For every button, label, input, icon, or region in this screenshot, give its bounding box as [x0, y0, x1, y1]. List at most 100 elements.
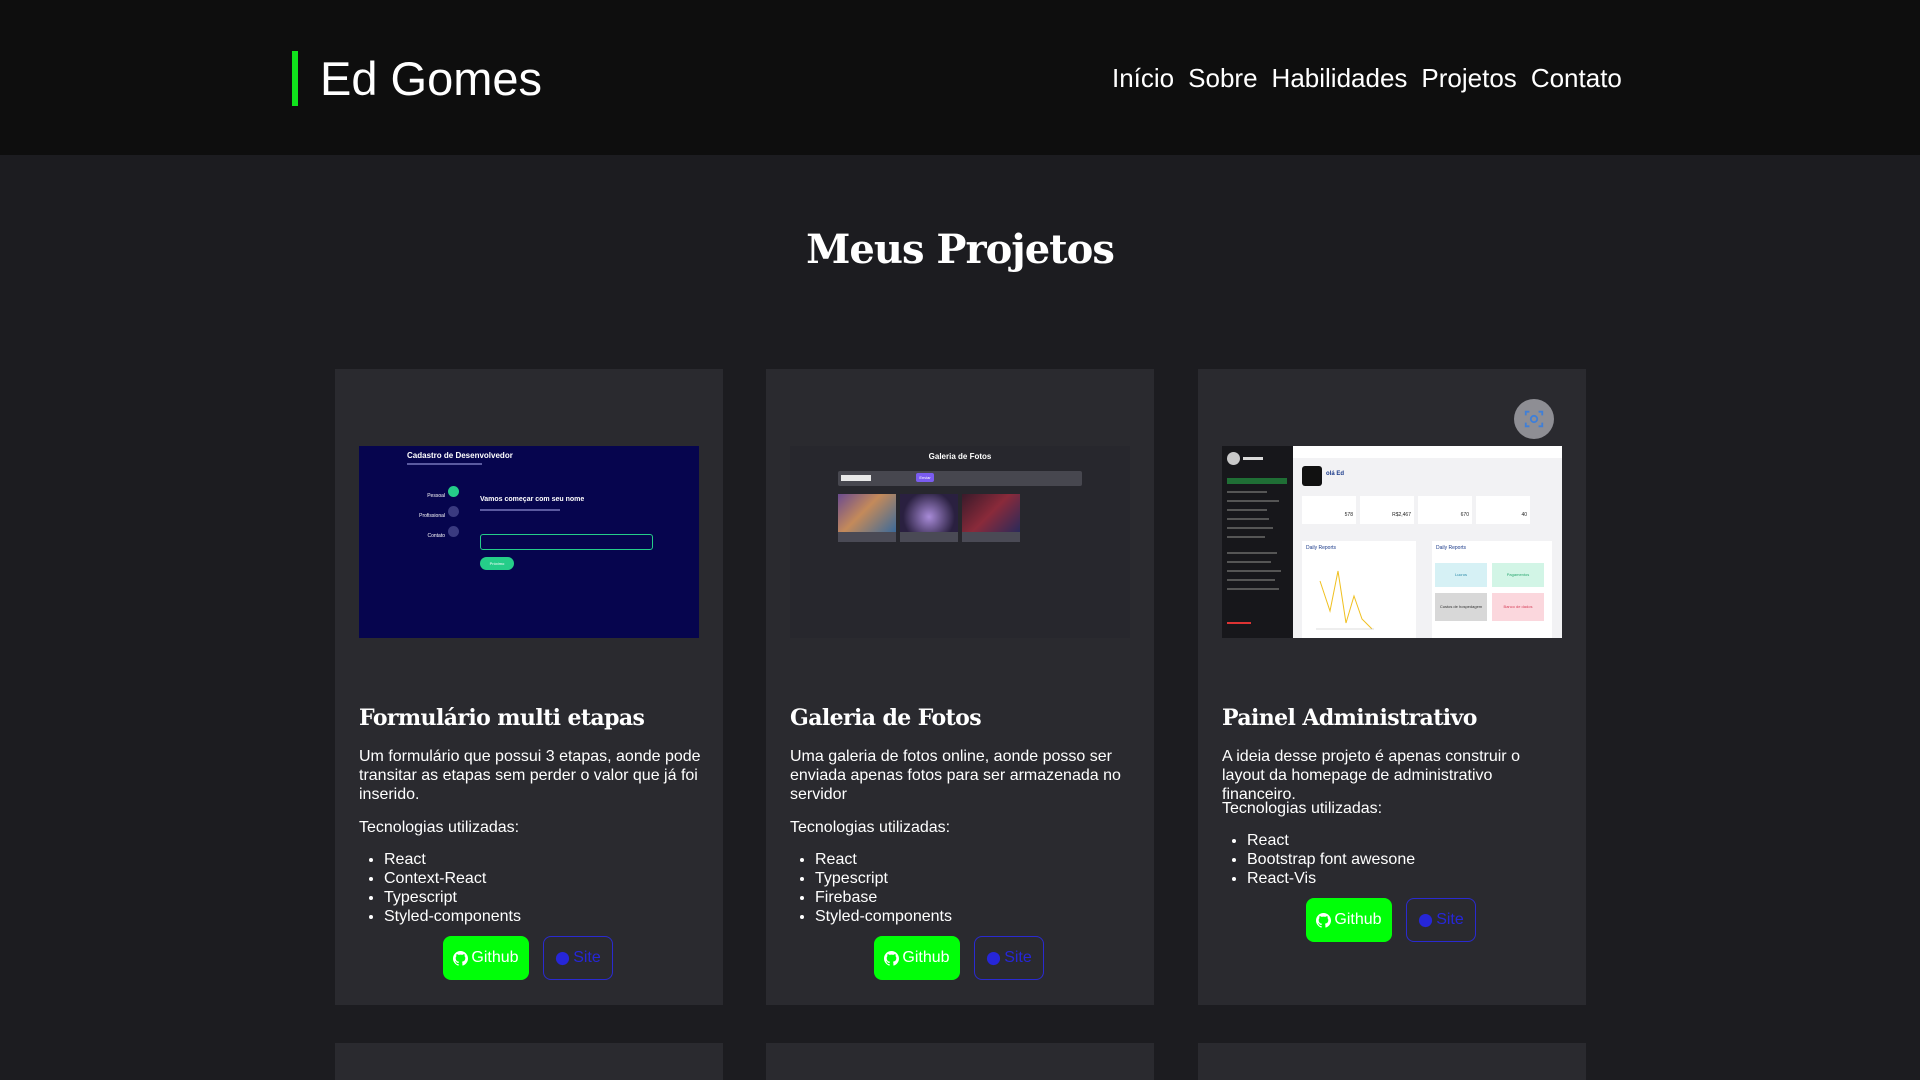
tech-item: Context-React: [384, 869, 521, 888]
tech-label: Tecnologias utilizadas:: [1222, 800, 1383, 817]
site-header: Ed Gomes Início Sobre Habilidades Projet…: [0, 0, 1920, 155]
preview-tile-lucros: Lucros: [1435, 563, 1487, 587]
tech-item: React-Vis: [1247, 869, 1415, 888]
project-title: Formulário multi etapas: [359, 705, 645, 731]
preview-step-2: Profissional: [419, 513, 445, 519]
preview-step-dot-3: [448, 526, 459, 537]
tech-item: React: [384, 850, 521, 869]
preview-avatar: [1302, 466, 1322, 486]
globe-icon: [1419, 913, 1433, 927]
github-button-label: Github: [1334, 911, 1382, 928]
site-button[interactable]: Site: [974, 936, 1044, 980]
github-button[interactable]: Github: [1306, 898, 1392, 942]
tech-item: Firebase: [815, 888, 952, 907]
project-card: [335, 1043, 723, 1080]
preview-file-chooser: [841, 475, 871, 481]
preview-chart-panel: Daily Reports: [1302, 541, 1416, 638]
project-card: Galeria de Fotos Enviar Galeria de Fotos…: [766, 369, 1154, 1005]
tech-item: Typescript: [384, 888, 521, 907]
preview-stat-card: 670: [1418, 496, 1472, 524]
tech-item: Styled-components: [815, 907, 952, 926]
preview-reports-panel: Daily Reports Lucros Pagamentos Custos d…: [1432, 541, 1552, 638]
globe-icon: [987, 951, 1001, 965]
preview-photo-3: [962, 494, 1020, 542]
brand-name[interactable]: Ed Gomes: [320, 51, 542, 106]
tech-item: Typescript: [815, 869, 952, 888]
brand-accent-bar: [292, 51, 298, 106]
preview-greeting: olá Ed: [1326, 471, 1345, 477]
screenshot-capture-icon: [1524, 410, 1544, 428]
preview-stat-card: 40: [1476, 496, 1530, 524]
preview-sidebar: [1222, 446, 1293, 638]
site-button-label: Site: [573, 949, 601, 966]
project-card: [766, 1043, 1154, 1080]
github-icon: [453, 950, 469, 966]
preview-step-dot-1: [448, 486, 459, 497]
project-thumbnail: Cadastro de Desenvolvedor Pessoal Profis…: [359, 446, 699, 638]
preview-stat-value: R$2,467: [1392, 512, 1411, 518]
preview-tile-pagamentos: Pagamentos: [1492, 563, 1544, 587]
project-actions: Github Site: [443, 936, 613, 980]
tech-label: Tecnologias utilizadas:: [790, 819, 951, 836]
tech-list: React Context-React Typescript Styled-co…: [359, 850, 521, 926]
preview-tile-custos: Custos de hospedagem: [1435, 593, 1487, 621]
preview-stat-card: 578: [1302, 496, 1356, 524]
project-actions: Github Site: [1306, 898, 1476, 942]
preview-stat-value: 670: [1460, 512, 1469, 518]
github-button-label: Github: [902, 949, 950, 966]
github-button[interactable]: Github: [874, 936, 960, 980]
tech-item: Bootstrap font awesone: [1247, 850, 1415, 869]
project-actions: Github Site: [874, 936, 1044, 980]
site-button[interactable]: Site: [543, 936, 613, 980]
preview-stat-card: R$2,467: [1360, 496, 1414, 524]
nav-link-inicio[interactable]: Início: [1112, 63, 1174, 94]
preview-subheading: [407, 463, 482, 465]
tech-item: React: [1247, 831, 1415, 850]
preview-step-caption: [480, 509, 560, 511]
main-nav: Início Sobre Habilidades Projetos Contat…: [1112, 60, 1622, 96]
preview-upload-button: Enviar: [916, 473, 934, 482]
project-thumbnail: olá Ed 578 R$2,467 670 40 Daily Reports …: [1222, 446, 1562, 638]
preview-next-button: Próximo: [480, 557, 514, 570]
nav-link-projetos[interactable]: Projetos: [1421, 63, 1516, 94]
preview-photo-2: [900, 494, 958, 542]
preview-step-1: Pessoal: [427, 493, 445, 499]
screenshot-capture-button[interactable]: [1514, 399, 1554, 439]
project-thumbnail: Galeria de Fotos Enviar: [790, 446, 1130, 638]
tech-item: React: [815, 850, 952, 869]
preview-step-labels: Pessoal Profissional Contato: [414, 486, 445, 546]
project-description: Uma galeria de fotos online, aonde posso…: [790, 748, 1121, 803]
tech-list: React Bootstrap font awesone React-Vis: [1222, 831, 1415, 888]
preview-reports-title: Daily Reports: [1436, 545, 1467, 551]
preview-heading: Galeria de Fotos: [928, 452, 992, 461]
preview-topbar: [1293, 446, 1562, 458]
globe-icon: [556, 951, 570, 965]
preview-step-3: Contato: [427, 533, 445, 539]
preview-stat-value: 40: [1521, 512, 1527, 518]
tech-list: React Typescript Firebase Styled-compone…: [790, 850, 952, 926]
nav-link-contato[interactable]: Contato: [1531, 63, 1622, 94]
preview-line-chart: [1316, 570, 1374, 630]
brand[interactable]: Ed Gomes: [292, 51, 542, 106]
tech-label: Tecnologias utilizadas:: [359, 819, 520, 836]
preview-stat-value: 578: [1344, 512, 1353, 518]
preview-step-heading: Vamos começar com seu nome: [480, 496, 585, 503]
github-button-label: Github: [471, 949, 519, 966]
github-button[interactable]: Github: [443, 936, 529, 980]
site-button-label: Site: [1436, 911, 1464, 928]
site-button[interactable]: Site: [1406, 898, 1476, 942]
project-title: Painel Administrativo: [1222, 705, 1477, 731]
project-title: Galeria de Fotos: [790, 705, 982, 731]
project-card: olá Ed 578 R$2,467 670 40 Daily Reports …: [1198, 369, 1586, 1005]
project-card: [1198, 1043, 1586, 1080]
project-description: A ideia desse projeto é apenas construir…: [1222, 748, 1520, 803]
preview-name-input: [480, 534, 653, 550]
nav-link-sobre[interactable]: Sobre: [1188, 63, 1257, 94]
preview-heading: Cadastro de Desenvolvedor: [407, 451, 513, 460]
github-icon: [1316, 912, 1332, 928]
project-description: Um formulário que possui 3 etapas, aonde…: [359, 748, 701, 803]
github-icon: [884, 950, 900, 966]
nav-link-habilidades[interactable]: Habilidades: [1272, 63, 1408, 94]
site-button-label: Site: [1004, 949, 1032, 966]
preview-tile-banco: Banco de dados: [1492, 593, 1544, 621]
